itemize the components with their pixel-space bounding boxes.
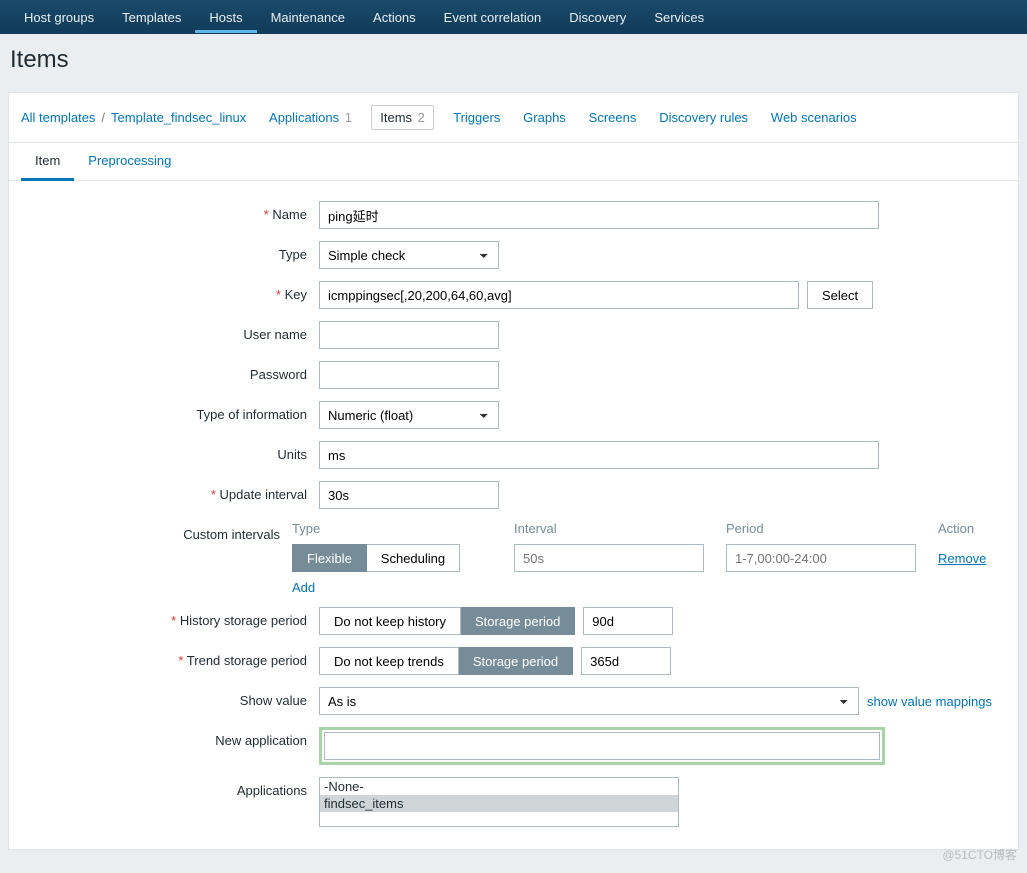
key-input[interactable]: [319, 281, 799, 309]
applications-listbox[interactable]: -None-findsec_items: [319, 777, 679, 827]
select-button[interactable]: Select: [807, 281, 873, 309]
breadcrumb-applications[interactable]: Applications: [269, 110, 339, 125]
breadcrumb-items-current: Items 2: [371, 105, 434, 130]
history-no-keep-button[interactable]: Do not keep history: [319, 607, 461, 635]
page-title: Items: [0, 34, 1027, 92]
breadcrumb-screens[interactable]: Screens: [589, 110, 637, 125]
breadcrumb-web[interactable]: Web scenarios: [771, 110, 857, 125]
typeinfo-select[interactable]: Numeric (float): [319, 401, 499, 429]
units-input[interactable]: [319, 441, 879, 469]
ci-header-period: Period: [726, 521, 926, 536]
breadcrumb-triggers[interactable]: Triggers: [453, 110, 500, 125]
ci-flexible-button[interactable]: Flexible: [292, 544, 367, 572]
label-applications: Applications: [19, 777, 319, 798]
label-new-application: New application: [19, 727, 319, 748]
nav-discovery[interactable]: Discovery: [555, 2, 640, 33]
label-type: Type: [19, 241, 319, 262]
watermark: @51CTO博客: [942, 846, 1017, 863]
nav-actions[interactable]: Actions: [359, 2, 430, 33]
ci-interval-input[interactable]: [514, 544, 704, 572]
password-input[interactable]: [319, 361, 499, 389]
ci-header-action: Action: [938, 521, 1008, 536]
label-typeinfo: Type of information: [19, 401, 319, 422]
nav-services[interactable]: Services: [640, 2, 718, 33]
nav-templates[interactable]: Templates: [108, 2, 195, 33]
label-name: Name: [19, 201, 319, 222]
content-panel: All templates / Template_findsec_linux A…: [8, 92, 1019, 850]
tabs: Item Preprocessing: [9, 143, 1018, 181]
label-units: Units: [19, 441, 319, 462]
show-value-mappings-link[interactable]: show value mappings: [867, 694, 992, 709]
nav-maintenance[interactable]: Maintenance: [257, 2, 359, 33]
trend-no-keep-button[interactable]: Do not keep trends: [319, 647, 459, 675]
tab-preprocessing[interactable]: Preprocessing: [74, 143, 185, 180]
history-value-input[interactable]: [583, 607, 673, 635]
breadcrumb-all-templates[interactable]: All templates: [21, 110, 95, 125]
ci-add-link[interactable]: Add: [292, 580, 315, 595]
breadcrumb-discovery[interactable]: Discovery rules: [659, 110, 748, 125]
label-history-period: History storage period: [19, 607, 319, 628]
nav-host-groups[interactable]: Host groups: [10, 2, 108, 33]
breadcrumb: All templates / Template_findsec_linux A…: [9, 93, 1018, 143]
label-key: Key: [19, 281, 319, 302]
ci-scheduling-button[interactable]: Scheduling: [367, 544, 460, 572]
label-username: User name: [19, 321, 319, 342]
tab-item[interactable]: Item: [21, 143, 74, 181]
ci-header-type: Type: [292, 521, 502, 536]
type-select[interactable]: Simple check: [319, 241, 499, 269]
label-show-value: Show value: [19, 687, 319, 708]
new-application-input[interactable]: [324, 732, 880, 760]
item-form: Name Type Simple check Key Select User n…: [9, 181, 1018, 849]
ci-remove-link[interactable]: Remove: [938, 551, 986, 566]
trend-value-input[interactable]: [581, 647, 671, 675]
update-interval-input[interactable]: [319, 481, 499, 509]
app-option[interactable]: -None-: [320, 778, 678, 795]
nav-event-correlation[interactable]: Event correlation: [430, 2, 556, 33]
username-input[interactable]: [319, 321, 499, 349]
history-storage-button[interactable]: Storage period: [461, 607, 575, 635]
label-password: Password: [19, 361, 319, 382]
app-option[interactable]: findsec_items: [320, 795, 678, 812]
label-trend-period: Trend storage period: [19, 647, 319, 668]
ci-period-input[interactable]: [726, 544, 916, 572]
name-input[interactable]: [319, 201, 879, 229]
label-custom-intervals: Custom intervals: [19, 521, 292, 542]
trend-storage-button[interactable]: Storage period: [459, 647, 573, 675]
show-value-select[interactable]: As is: [319, 687, 859, 715]
label-update-interval: Update interval: [19, 481, 319, 502]
breadcrumb-template[interactable]: Template_findsec_linux: [111, 110, 246, 125]
ci-header-interval: Interval: [514, 521, 714, 536]
top-nav: Host groupsTemplatesHostsMaintenanceActi…: [0, 0, 1027, 34]
breadcrumb-graphs[interactable]: Graphs: [523, 110, 566, 125]
nav-hosts[interactable]: Hosts: [195, 2, 256, 33]
